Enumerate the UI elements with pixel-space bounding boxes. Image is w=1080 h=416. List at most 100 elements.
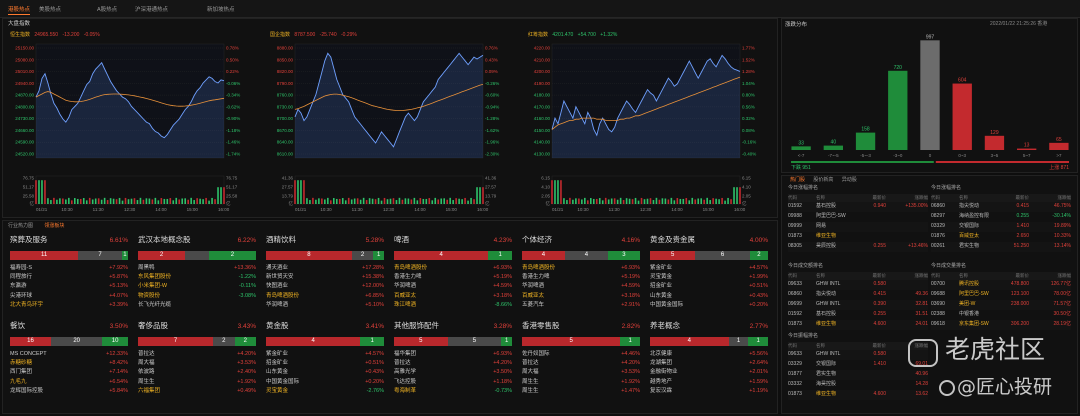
sector-stock-row[interactable]: 西门集团 +7.14%	[10, 369, 128, 378]
table-row[interactable]: 03329 交银国际 1.410 19.89%	[931, 222, 1071, 232]
sector-stock-row[interactable]: 灵宝黄金 -2.76%	[266, 388, 384, 397]
sector-stock-row[interactable]: 周生生 +1.47%	[522, 388, 640, 397]
sector-stock-row[interactable]: 小米集团-W -0.11%	[138, 283, 256, 292]
sector-stock-row[interactable]: 中国黄金国际 +0.20%	[266, 379, 384, 388]
table-row[interactable]: 03332 海昊控股 14.28	[788, 380, 928, 390]
sector-card[interactable]: 养老概念 2.77% 411 北京健康 +5.56% 龙湖集团 +2.64% 金融街物业…	[648, 321, 770, 414]
sector-stock-row[interactable]: 通天酒业 +17.28%	[266, 265, 384, 274]
sector-card[interactable]: 香港零售股 2.82% 51 佐丹奴国际 +4.46% 普拉达 +4.20% 周大福 +3…	[520, 321, 642, 414]
sector-stock-row[interactable]: 依波路 +2.40%	[138, 369, 256, 378]
sector-stock-row[interactable]: 周生生 +1.92%	[138, 379, 256, 388]
sector-card[interactable]: 其他服饰配件 3.28% 551 福华集团 +6.93% 普拉达 +4.20% 高雅光学…	[392, 321, 514, 414]
tab-us-hot[interactable]: 美股热点	[39, 7, 61, 13]
sector-stock-row[interactable]: 六福集团 +0.49%	[138, 388, 256, 397]
sector-card[interactable]: 啤酒 4.23% 41 青岛啤酒股份 +6.93% 香港生力啤 +5.19% 华润啤酒 +…	[392, 235, 514, 328]
table-row[interactable]: 01873 维亚生物 4.600 13.62	[788, 390, 928, 400]
table-row[interactable]: 01873 维亚生物 4.600 24.01	[788, 320, 928, 330]
sector-stock-row[interactable]: 赤糖砂糖 +8.42%	[10, 360, 128, 369]
sector-stock-row[interactable]: 五菱汽车 +2.91%	[522, 302, 640, 311]
sector-stock-row[interactable]: 华润啤酒 +5.10%	[266, 302, 384, 311]
sector-card[interactable]: 个体经济 4.16% 443 青岛啤酒股份 +6.93% 香港生力啤 +5.19% 华润…	[520, 235, 642, 328]
tab-connect-hot[interactable]: 沪深港通热点	[135, 7, 168, 13]
distribution-bar[interactable]	[1049, 142, 1069, 150]
sector-stock-row[interactable]: 周黑鸭 +13.36%	[138, 265, 256, 274]
table-row[interactable]: 09633 GHW INTL 0.580	[788, 280, 928, 290]
hsi-header[interactable]: 恒生指数 24965.550 -13.200 -0.05%	[10, 32, 100, 39]
sector-stock-row[interactable]: 东风集团股份 -1.22%	[138, 274, 256, 283]
distribution-bar[interactable]	[1017, 148, 1037, 150]
table-row[interactable]: 06860 指尖悦动 0.415 49.36	[788, 290, 928, 300]
table-row[interactable]: 01876 百威亚太 2.650 10.33%	[931, 232, 1071, 242]
sector-stock-row[interactable]: 普拉达 +4.20%	[138, 351, 256, 360]
table-row[interactable]: 09688 阿里巴巴-SW 123.100 78.00亿	[931, 290, 1071, 300]
sector-stock-row[interactable]: 香港生力啤 +5.19%	[522, 274, 640, 283]
table-row[interactable]: 01873 维亚生物	[788, 232, 928, 242]
sector-card[interactable]: 殡葬及服务 6.61% 11 7 1 福寿园-S +7.92% 同程旅行 +5.87% 东瀛…	[8, 235, 130, 328]
tab-abnormal[interactable]: 异动股	[842, 177, 857, 183]
tab-sg-hot[interactable]: 新加坡热点	[207, 7, 235, 13]
sector-stock-row[interactable]: 北大青鸟环宇 +3.39%	[10, 302, 128, 311]
tab-industry-heatmap[interactable]: 行业热力图	[8, 223, 33, 229]
sector-stock-row[interactable]: 百威亚太 +3.18%	[522, 293, 640, 302]
hscei-header[interactable]: 国企指数 8787.500 -25.740 -0.29%	[270, 32, 357, 39]
sector-stock-row[interactable]: 高雅光学 +3.50%	[394, 369, 512, 378]
sector-stock-row[interactable]: 粤海制革 -0.73%	[394, 388, 512, 397]
sector-stock-row[interactable]: 青岛啤酒股份 +6.93%	[522, 265, 640, 274]
table-row[interactable]: 09633 GHW INTL 0.580	[788, 350, 928, 360]
sector-stock-row[interactable]: 长飞光纤光缆	[138, 302, 256, 311]
table-row[interactable]: 09988 阿里巴巴-SW	[788, 212, 928, 222]
sector-stock-row[interactable]: 东瀛游 +5.13%	[10, 283, 128, 292]
hscci-chart[interactable]: 4220.00 1.77% 4210.00 1.52% 4200.00 1.28% 4190…	[522, 40, 772, 218]
sector-stock-row[interactable]: 招金矿业 +0.51%	[266, 360, 384, 369]
sector-stock-row[interactable]: 金融街物业 +2.01%	[650, 369, 768, 378]
hscei-chart[interactable]: 8880.00 0.76% 8850.00 0.43% 8820.00 0.09% 8790…	[265, 40, 515, 218]
sector-stock-row[interactable]: 紫金矿业 +4.57%	[266, 351, 384, 360]
distribution-bar-chart[interactable]: 33 <-7 40 -7~-5 158 -5~-3 720 -3~0 997 0 604 0~3 129…	[785, 30, 1075, 172]
table-row[interactable]: 09618 京东集团-SW 306.200 28.19亿	[931, 320, 1071, 330]
sector-stock-row[interactable]: 百威亚太 +3.18%	[394, 293, 512, 302]
sector-stock-row[interactable]: 山东黄金 +0.43%	[650, 293, 768, 302]
sector-stock-row[interactable]: 周大福 +3.53%	[522, 369, 640, 378]
sector-stock-row[interactable]: 福寿园-S +7.92%	[10, 265, 128, 274]
table-row[interactable]: 03329 交银国际 1.410 69.01	[788, 360, 928, 370]
sector-stock-row[interactable]: 龙辉国际控股 +5.84%	[10, 388, 128, 397]
sector-stock-row[interactable]: 山东黄金 +0.43%	[266, 369, 384, 378]
table-row[interactable]: 01592 基石控股 0.255 31.51	[788, 310, 928, 320]
sector-stock-row[interactable]: 中国黄金国际 +0.20%	[650, 302, 768, 311]
table-row[interactable]: 09699 GHW INTL 0.390 32.81	[788, 300, 928, 310]
distribution-bar[interactable]	[791, 146, 811, 150]
sector-stock-row[interactable]: 北京健康 +5.56%	[650, 351, 768, 360]
sector-stock-row[interactable]: 青岛啤酒股份 +6.85%	[266, 293, 384, 302]
distribution-bar[interactable]	[888, 70, 908, 150]
table-row[interactable]: 01877 君实生物 40.96	[788, 370, 928, 380]
sector-card[interactable]: 黄金股 3.41% 41 紫金矿业 +4.57% 招金矿业 +0.51% 山东黄金 +0.…	[264, 321, 386, 414]
sector-stock-row[interactable]: 周大福 +3.53%	[138, 360, 256, 369]
hsi-chart[interactable]: 25150.00 0.78% 25080.00 0.50% 25010.00 0.22% 2…	[6, 40, 256, 218]
table-row[interactable]: 03690 美团-W 238.000 71.57亿	[931, 300, 1071, 310]
sector-stock-row[interactable]: 灵宝黄金 +1.99%	[650, 274, 768, 283]
tab-leading-sectors[interactable]: 领涨板块	[44, 223, 64, 229]
sector-stock-row[interactable]: 珠江啤酒 -8.66%	[394, 302, 512, 311]
distribution-bar[interactable]	[823, 145, 843, 150]
distribution-bar[interactable]	[855, 132, 876, 150]
sector-stock-row[interactable]: 龙湖集团 +2.64%	[650, 360, 768, 369]
sector-stock-row[interactable]: 飞达控股 +1.18%	[394, 379, 512, 388]
sector-stock-row[interactable]: 普拉达 +4.20%	[522, 360, 640, 369]
sector-card[interactable]: 黄金及贵金属 4.00% 562 紫金矿业 +4.57% 灵宝黄金 +1.99% 招金矿…	[648, 235, 770, 328]
sector-stock-row[interactable]: 青岛啤酒股份 +6.93%	[394, 265, 512, 274]
table-row[interactable]: 09999 网易	[788, 222, 928, 232]
sector-stock-row[interactable]: 佐丹奴国际 +4.46%	[522, 351, 640, 360]
table-row[interactable]: 00261 君实生物 51.250 13.14%	[931, 242, 1071, 252]
sector-card[interactable]: 奢侈品股 3.43% 722 普拉达 +4.20% 周大福 +3.53% 依波路 +2.4…	[136, 321, 258, 414]
sector-stock-row[interactable]: 普拉达 +4.20%	[394, 360, 512, 369]
sector-stock-row[interactable]: 华润啤酒 +4.59%	[522, 283, 640, 292]
sector-stock-row[interactable]: 招金矿业 +0.51%	[650, 283, 768, 292]
table-row[interactable]: 01592 基石控股 0.940 +135.00%	[788, 202, 928, 212]
distribution-bar[interactable]	[984, 135, 1005, 150]
sector-card[interactable]: 酒精饮料 5.28% 821 通天酒业 +17.28% 新世贸天安 +15.38% 快图…	[264, 235, 386, 328]
sector-stock-row[interactable]: 周生生 +1.92%	[522, 379, 640, 388]
table-row[interactable]: 08305 昊辰控股 0.255 +13.46%	[788, 242, 928, 252]
hscci-header[interactable]: 红筹指数 4201.470 +54.700 +1.32%	[528, 32, 617, 39]
table-row[interactable]: 08297 海纳盈控有限 0.255 -30.14%	[931, 212, 1071, 222]
table-row[interactable]: 00700 腾讯控股 478.800 126.77亿	[931, 280, 1071, 290]
